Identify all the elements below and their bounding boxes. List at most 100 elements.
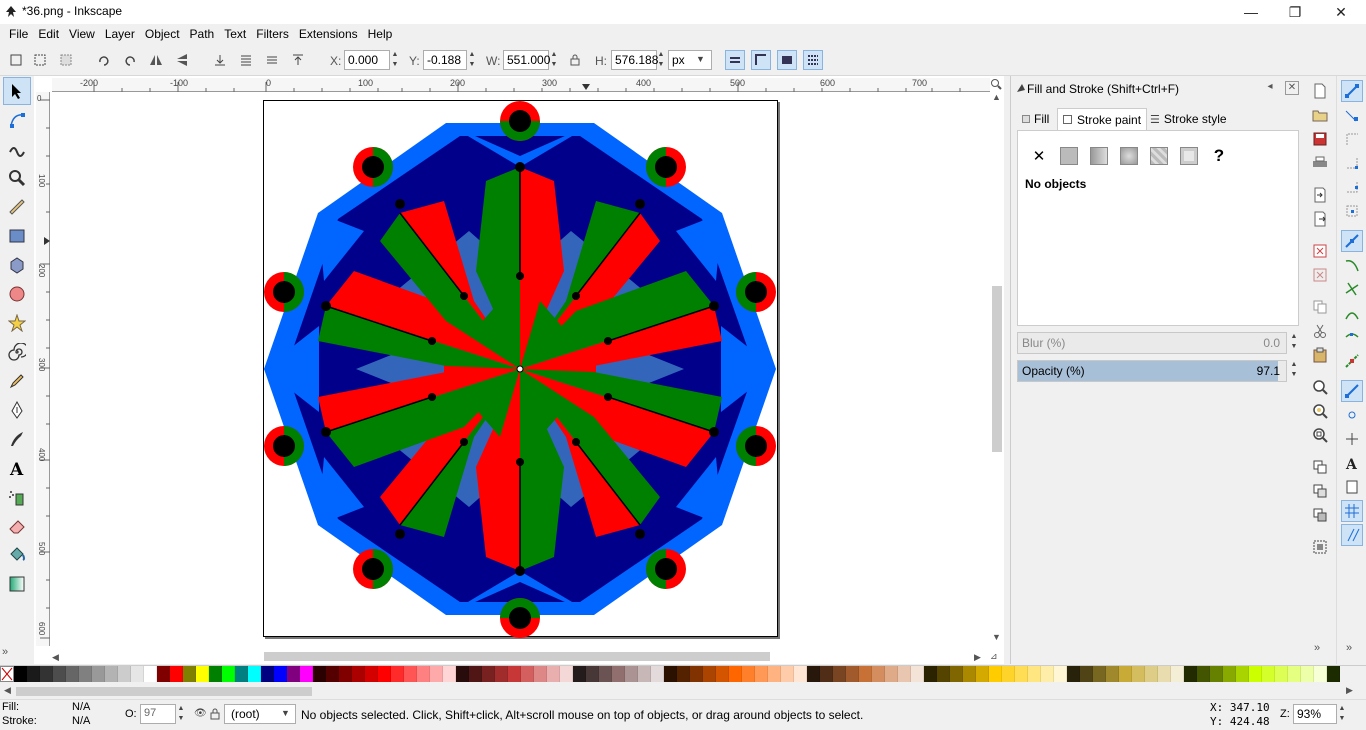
color-swatch[interactable] xyxy=(300,666,313,682)
unit-select[interactable]: px xyxy=(668,50,712,70)
snap-toggle-icon[interactable] xyxy=(1340,80,1363,102)
tab-fill[interactable]: Fill xyxy=(1017,108,1054,130)
tab-stroke-style[interactable]: ☰ Stroke style xyxy=(1145,108,1232,130)
color-swatch[interactable] xyxy=(1301,666,1314,682)
color-swatch[interactable] xyxy=(209,666,222,682)
menu-filters[interactable]: Filters xyxy=(251,27,294,41)
select-all-icon[interactable] xyxy=(6,50,26,70)
node-tool-icon[interactable] xyxy=(3,106,31,134)
palette-scroll-right-icon[interactable]: ▶ xyxy=(1346,685,1353,696)
color-swatch[interactable] xyxy=(92,666,105,682)
scroll-down-icon[interactable]: ▼ xyxy=(992,632,1001,642)
menu-extensions[interactable]: Extensions xyxy=(294,27,363,41)
scroll-right-icon[interactable]: ▶ xyxy=(974,652,981,663)
color-swatch[interactable] xyxy=(859,666,872,682)
color-swatch[interactable] xyxy=(1028,666,1041,682)
3d-box-tool-icon[interactable] xyxy=(3,251,31,279)
cut-icon[interactable] xyxy=(1309,320,1331,342)
color-swatch[interactable] xyxy=(612,666,625,682)
color-swatch[interactable] xyxy=(1184,666,1197,682)
lock-icon[interactable] xyxy=(565,50,585,70)
layer-lock-icon[interactable] xyxy=(210,708,220,723)
no-color-swatch[interactable] xyxy=(0,666,14,682)
document-page[interactable] xyxy=(263,100,778,638)
color-swatch[interactable] xyxy=(261,666,274,682)
menu-path[interactable]: Path xyxy=(185,27,220,41)
group-icon[interactable] xyxy=(1309,536,1331,558)
color-swatch[interactable] xyxy=(365,666,378,682)
color-swatch[interactable] xyxy=(274,666,287,682)
undo-icon[interactable] xyxy=(1309,240,1331,262)
color-swatch[interactable] xyxy=(430,666,443,682)
color-swatch[interactable] xyxy=(118,666,131,682)
redo-icon[interactable] xyxy=(1309,264,1331,286)
no-paint-button[interactable]: ✕ xyxy=(1028,145,1050,167)
layer-visibility-icon[interactable]: 👁 xyxy=(194,708,207,719)
color-swatch[interactable] xyxy=(196,666,209,682)
ellipse-tool-icon[interactable] xyxy=(3,280,31,308)
color-swatch[interactable] xyxy=(495,666,508,682)
flat-color-button[interactable] xyxy=(1058,145,1080,167)
pattern-button[interactable] xyxy=(1178,145,1200,167)
dock-toggle-icon[interactable]: ◂ xyxy=(1263,81,1277,95)
snap-paths-icon[interactable] xyxy=(1341,254,1363,276)
color-swatch[interactable] xyxy=(1249,666,1262,682)
pencil-tool-icon[interactable] xyxy=(3,367,31,395)
color-swatch[interactable] xyxy=(456,666,469,682)
stroke-indicator[interactable]: N/A xyxy=(72,715,90,727)
color-swatch[interactable] xyxy=(1210,666,1223,682)
color-swatch[interactable] xyxy=(703,666,716,682)
snap-smooth-icon[interactable] xyxy=(1341,326,1363,348)
color-swatch[interactable] xyxy=(690,666,703,682)
menu-file[interactable]: File xyxy=(4,27,33,41)
opacity-spinner[interactable]: ▲ ▼ xyxy=(1289,360,1299,382)
color-swatch[interactable] xyxy=(599,666,612,682)
move-gradients-icon[interactable] xyxy=(777,50,797,70)
color-swatch[interactable] xyxy=(1093,666,1106,682)
w-input[interactable]: 551.000 xyxy=(503,50,550,70)
snap-bbox-corner-icon[interactable] xyxy=(1341,152,1363,174)
fill-indicator[interactable]: N/A xyxy=(72,701,90,713)
color-swatch[interactable] xyxy=(1236,666,1249,682)
spiral-tool-icon[interactable] xyxy=(3,338,31,366)
color-swatch[interactable] xyxy=(222,666,235,682)
color-swatch[interactable] xyxy=(924,666,937,682)
measure-tool-icon[interactable] xyxy=(3,193,31,221)
selector-tool-icon[interactable] xyxy=(3,77,31,105)
x-spinner[interactable]: ▲ ▼ xyxy=(390,50,400,70)
color-swatch[interactable] xyxy=(976,666,989,682)
menu-edit[interactable]: Edit xyxy=(33,27,64,41)
color-swatch[interactable] xyxy=(560,666,573,682)
zoom-page-icon[interactable] xyxy=(1309,424,1331,446)
gradient-tool-icon[interactable] xyxy=(3,570,31,598)
toolbox-overflow-icon[interactable]: » xyxy=(2,646,8,658)
color-swatch[interactable] xyxy=(352,666,365,682)
color-swatch[interactable] xyxy=(391,666,404,682)
rectangle-tool-icon[interactable] xyxy=(3,222,31,250)
copy-icon[interactable] xyxy=(1309,296,1331,318)
color-swatch[interactable] xyxy=(313,666,326,682)
color-swatch[interactable] xyxy=(586,666,599,682)
menu-text[interactable]: Text xyxy=(219,27,251,41)
color-swatch[interactable] xyxy=(911,666,924,682)
color-swatch[interactable] xyxy=(79,666,92,682)
color-swatch[interactable] xyxy=(417,666,430,682)
blur-spinner[interactable]: ▲ ▼ xyxy=(1289,332,1299,354)
color-swatch[interactable] xyxy=(729,666,742,682)
maximize-button[interactable]: ❐ xyxy=(1272,0,1318,24)
color-swatch[interactable] xyxy=(157,666,170,682)
color-swatch[interactable] xyxy=(1288,666,1301,682)
duplicate-icon[interactable] xyxy=(1309,456,1331,478)
select-all-layers-icon[interactable] xyxy=(30,50,50,70)
color-swatch[interactable] xyxy=(937,666,950,682)
color-swatch[interactable] xyxy=(235,666,248,682)
tweak-tool-icon[interactable] xyxy=(3,135,31,163)
close-button[interactable]: ✕ xyxy=(1318,0,1364,24)
color-swatch[interactable] xyxy=(1067,666,1080,682)
color-swatch[interactable] xyxy=(651,666,664,682)
color-swatch[interactable] xyxy=(404,666,417,682)
snap-midpoint-icon[interactable] xyxy=(1341,350,1363,372)
color-swatch[interactable] xyxy=(677,666,690,682)
paint-bucket-tool-icon[interactable] xyxy=(3,541,31,569)
zoom-drawing-icon[interactable] xyxy=(1309,400,1331,422)
